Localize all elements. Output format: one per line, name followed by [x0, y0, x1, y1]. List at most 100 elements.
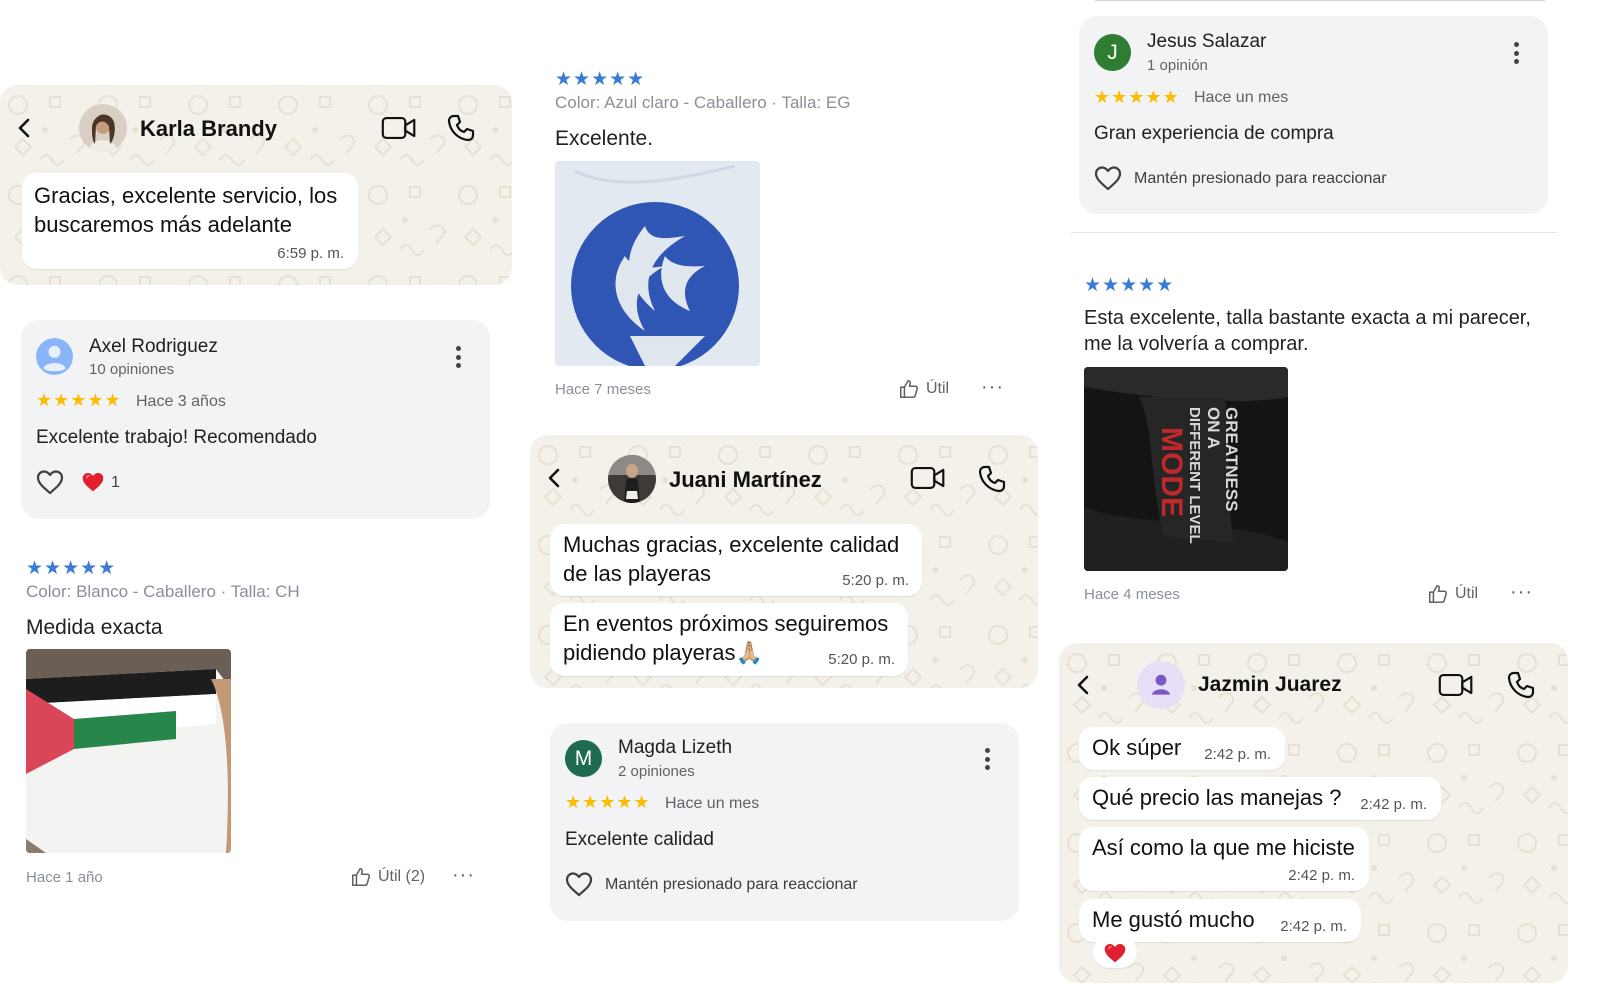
- helpful-button[interactable]: Útil: [1427, 583, 1478, 605]
- review-text: Medida exacta: [26, 616, 163, 639]
- review-date: Hace 1 año: [26, 869, 103, 886]
- message-time: 2:42 p. m.: [1288, 867, 1355, 884]
- rating-stars: ★★★★★: [36, 390, 122, 410]
- message-text: Qué precio las manejas ?: [1092, 785, 1342, 810]
- avatar[interactable]: [36, 338, 73, 375]
- helpful-button[interactable]: Útil: [898, 378, 949, 400]
- message-time: 2:42 p. m.: [1280, 918, 1347, 935]
- contact-name[interactable]: Jazmin Juarez: [1198, 673, 1342, 697]
- review-photo[interactable]: GREATNESS ON A DIFFERENT LEVEL MODE: [1084, 367, 1288, 571]
- message-bubble[interactable]: Gracias, excelente servicio, los buscare…: [22, 173, 358, 269]
- back-arrow-icon[interactable]: [542, 465, 568, 491]
- review-photo[interactable]: [555, 161, 760, 366]
- photo-print-line: GREATNESS: [1222, 407, 1241, 512]
- back-arrow-icon[interactable]: [12, 115, 38, 141]
- product-variant: Color: Azul claro - Caballero · Talla: E…: [555, 93, 851, 112]
- message-bubble[interactable]: Muchas gracias, excelente calidad de las…: [550, 524, 922, 596]
- reviewer-review-count: 1 opinión: [1147, 57, 1208, 74]
- helpful-label: Útil (2): [378, 868, 426, 885]
- review-card-jesus: J Jesus Salazar 1 opinión ★★★★★ Hace un …: [1079, 16, 1548, 214]
- more-options-icon[interactable]: ···: [1510, 581, 1533, 604]
- thumbs-up-icon: [350, 866, 372, 888]
- chat-screenshot-juani: Juani Martínez Muchas gracias, excelente…: [530, 435, 1038, 688]
- message-text: Me gustó mucho: [1092, 907, 1255, 932]
- message-bubble[interactable]: Así como la que me hiciste 2:42 p. m.: [1079, 827, 1369, 891]
- heart-icon[interactable]: [1093, 164, 1123, 192]
- review-date: Hace un mes: [665, 795, 760, 812]
- message-bubble[interactable]: Ok súper 2:42 p. m.: [1079, 727, 1285, 770]
- thumbs-up-icon: [1427, 583, 1449, 605]
- more-options-icon[interactable]: [977, 745, 997, 773]
- rating-stars: ★★★★★: [26, 558, 117, 579]
- review-text: Excelente trabajo! Recomendado: [36, 427, 317, 448]
- rating-stars: ★★★★★: [1094, 87, 1180, 107]
- avatar[interactable]: M: [565, 740, 602, 777]
- reviewer-name[interactable]: Axel Rodriguez: [89, 336, 218, 358]
- message-time: 5:20 p. m.: [828, 651, 895, 668]
- back-arrow-icon[interactable]: [1071, 672, 1097, 698]
- video-call-icon[interactable]: [909, 459, 947, 497]
- product-variant: Color: Blanco - Caballero · Talla: CH: [26, 582, 300, 601]
- helpful-label: Útil: [1455, 585, 1479, 602]
- reaction-count: 1: [111, 474, 120, 491]
- phone-icon[interactable]: [973, 460, 1011, 498]
- more-options-icon[interactable]: ···: [981, 376, 1004, 399]
- message-text: Gracias, excelente servicio, los buscare…: [34, 183, 338, 237]
- rating-stars: ★★★★★: [1084, 275, 1175, 296]
- heart-reaction-icon: [1102, 941, 1128, 965]
- chat-header: Juani Martínez: [530, 435, 1038, 521]
- photo-print-line: ON A: [1204, 407, 1223, 449]
- heart-icon[interactable]: [35, 468, 65, 496]
- heart-reaction-icon[interactable]: [80, 470, 106, 494]
- review-date: Hace 3 años: [136, 393, 226, 410]
- message-text: Así como la que me hiciste: [1092, 835, 1355, 860]
- video-call-icon[interactable]: [1437, 666, 1475, 704]
- message-time: 6:59 p. m.: [277, 245, 344, 262]
- contact-name[interactable]: Juani Martínez: [669, 467, 822, 493]
- phone-icon[interactable]: [1502, 666, 1540, 704]
- review-text: Gran experiencia de compra: [1094, 123, 1334, 144]
- reaction-hint: Mantén presionado para reaccionar: [605, 876, 858, 893]
- more-options-icon[interactable]: ···: [452, 864, 475, 887]
- divider: [1095, 0, 1545, 1]
- reviewer-review-count: 2 opiniones: [618, 763, 695, 780]
- more-options-icon[interactable]: [1506, 39, 1526, 67]
- reaction-chip[interactable]: [1093, 936, 1137, 968]
- rating-stars: ★★★★★: [565, 792, 651, 812]
- avatar[interactable]: [79, 104, 127, 152]
- avatar[interactable]: J: [1094, 34, 1131, 71]
- reviewer-name[interactable]: Jesus Salazar: [1147, 31, 1266, 53]
- avatar[interactable]: [608, 455, 656, 503]
- divider: [1071, 232, 1557, 233]
- chat-screenshot-jazmin: Jazmin Juarez Ok súper 2:42 p. m. Qué pr…: [1059, 643, 1568, 983]
- video-call-icon[interactable]: [380, 109, 418, 147]
- avatar[interactable]: [1137, 661, 1185, 709]
- thumbs-up-icon: [898, 378, 920, 400]
- chat-header: Jazmin Juarez: [1059, 643, 1568, 729]
- message-bubble[interactable]: Qué precio las manejas ? 2:42 p. m.: [1079, 777, 1441, 820]
- message-time: 2:42 p. m.: [1360, 796, 1427, 813]
- review-text: Excelente.: [555, 127, 654, 150]
- review-date: Hace 7 meses: [555, 381, 651, 398]
- review-photo[interactable]: [26, 649, 231, 853]
- review-text: Excelente calidad: [565, 829, 714, 850]
- helpful-label: Útil: [926, 380, 950, 397]
- review-text: Esta excelente, talla bastante exacta a …: [1084, 307, 1531, 355]
- rating-stars: ★★★★★: [555, 69, 646, 90]
- reviewer-review-count: 10 opiniones: [89, 361, 175, 378]
- phone-icon[interactable]: [442, 109, 480, 147]
- message-time: 2:42 p. m.: [1204, 746, 1271, 763]
- reaction-hint: Mantén presionado para reaccionar: [1134, 170, 1387, 187]
- message-bubble[interactable]: En eventos próximos seguiremos pidiendo …: [550, 603, 908, 676]
- helpful-button[interactable]: Útil (2): [350, 866, 425, 888]
- message-text: Ok súper: [1092, 735, 1182, 760]
- contact-name[interactable]: Karla Brandy: [140, 116, 277, 142]
- more-options-icon[interactable]: [448, 343, 468, 371]
- chat-header: Karla Brandy: [0, 85, 512, 171]
- review-date: Hace 4 meses: [1084, 586, 1180, 603]
- reviewer-name[interactable]: Magda Lizeth: [618, 737, 732, 759]
- heart-icon[interactable]: [564, 870, 594, 898]
- chat-screenshot-karla: Karla Brandy Gracias, excelente servicio…: [0, 85, 512, 285]
- review-date: Hace un mes: [1194, 89, 1289, 106]
- review-card-magda: M Magda Lizeth 2 opiniones ★★★★★ Hace un…: [550, 723, 1019, 921]
